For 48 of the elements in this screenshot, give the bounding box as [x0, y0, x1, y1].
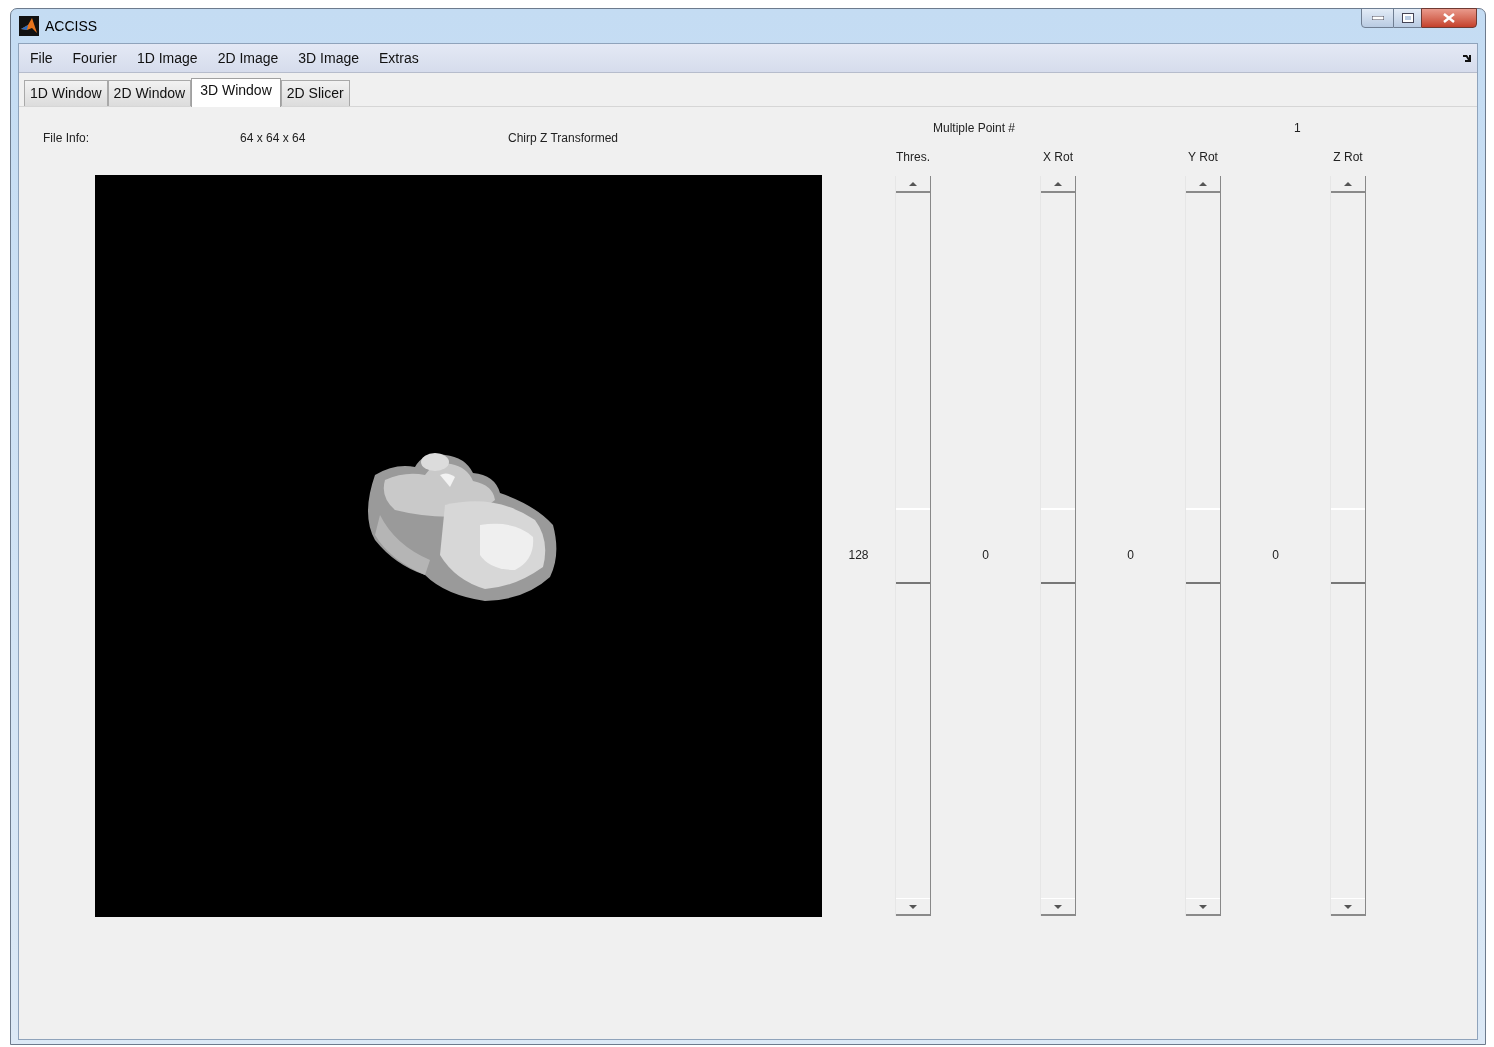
tab[interactable]: 1D Window: [24, 80, 108, 106]
up-arrow-icon: [1199, 181, 1207, 186]
multiple-point-label: Multiple Point #: [933, 120, 1017, 137]
down-arrow-icon: [1344, 904, 1352, 909]
up-arrow-icon: [1344, 181, 1352, 186]
close-icon: [1443, 13, 1455, 23]
menu-item[interactable]: Extras: [371, 45, 427, 71]
down-arrow-icon: [1199, 904, 1207, 909]
toolbar-arrow-icon[interactable]: [1463, 54, 1471, 62]
menu-item[interactable]: File: [22, 45, 61, 71]
file-dimensions: 64 x 64 x 64: [240, 130, 307, 147]
transform-label: Chirp Z Transformed: [508, 130, 619, 147]
minimize-icon: [1371, 16, 1384, 20]
maximize-button[interactable]: [1394, 8, 1421, 28]
tab[interactable]: 2D Window: [107, 80, 192, 106]
slider-thumb[interactable]: [1186, 508, 1220, 584]
tab[interactable]: 3D Window: [191, 78, 281, 107]
menu-item[interactable]: 2D Image: [209, 45, 287, 71]
slider-thumb[interactable]: [1331, 508, 1365, 584]
slider-thumb[interactable]: [1041, 508, 1075, 584]
menu-item[interactable]: 3D Image: [290, 45, 368, 71]
maximize-icon: [1401, 13, 1414, 23]
up-arrow-icon: [1054, 181, 1062, 186]
slider-label: Thres.: [896, 150, 930, 164]
slider-value: 0: [1127, 547, 1134, 564]
tab[interactable]: 2D Slicer: [280, 80, 350, 106]
up-arrow-icon: [909, 181, 917, 186]
minimize-button[interactable]: [1361, 8, 1394, 28]
multiple-point-value: 1: [1294, 120, 1301, 137]
slider-value: 0: [1272, 547, 1279, 564]
menu-item[interactable]: 1D Image: [128, 45, 206, 71]
scroll-down-button[interactable]: [1186, 898, 1220, 916]
slider-label: X Rot: [1043, 150, 1073, 164]
slider-label: Z Rot: [1333, 150, 1363, 164]
menu-item[interactable]: Fourier: [64, 45, 125, 71]
file-info-label: File Info:: [43, 130, 91, 147]
close-button[interactable]: [1421, 8, 1477, 28]
slider-label: Y Rot: [1188, 150, 1218, 164]
scroll-down-button[interactable]: [1041, 898, 1075, 916]
window-title: ACCISS: [45, 16, 98, 36]
slider-value: 0: [982, 547, 989, 564]
slider-thumb[interactable]: [896, 508, 930, 584]
down-arrow-icon: [1054, 904, 1062, 909]
scroll-down-button[interactable]: [896, 898, 930, 916]
scroll-down-button[interactable]: [1331, 898, 1365, 916]
app-logo-icon: [19, 16, 39, 36]
down-arrow-icon: [909, 904, 917, 909]
slider-value: 128: [848, 547, 869, 564]
